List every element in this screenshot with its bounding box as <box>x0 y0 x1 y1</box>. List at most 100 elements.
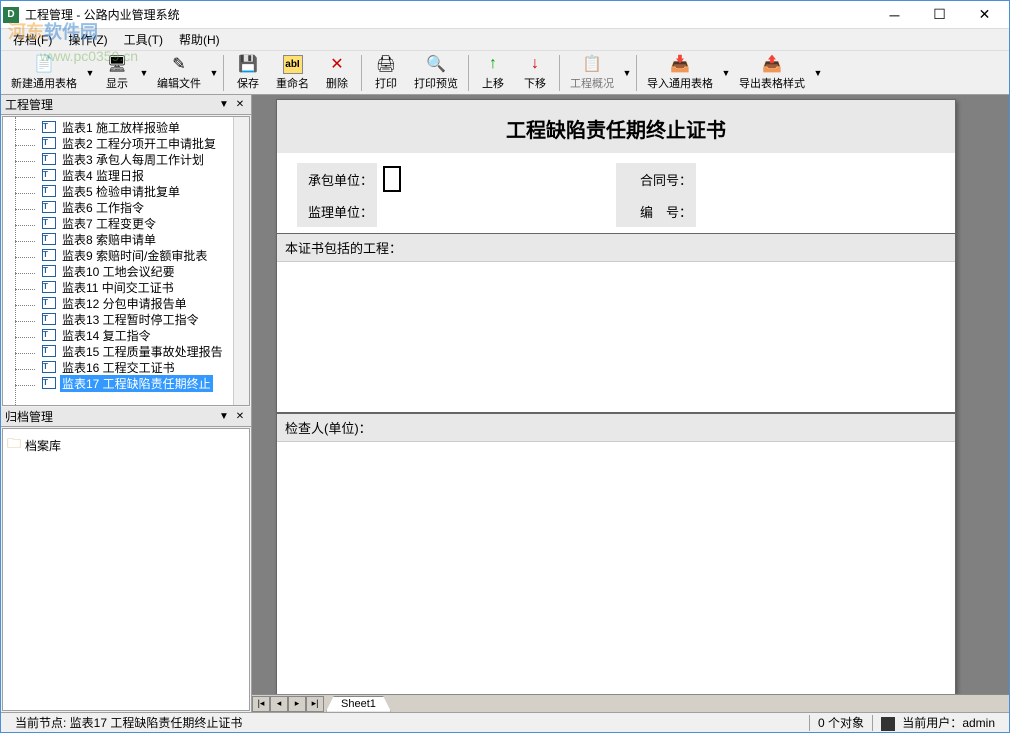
toolbar-dropdown-icon[interactable]: ▼ <box>622 53 632 93</box>
archive-tree[interactable]: 🗀 档案库 <box>2 428 250 711</box>
toolbar-btn-12[interactable]: ↓下移 <box>515 53 555 93</box>
toolbar-icon: 📋 <box>582 54 602 74</box>
document-page: 工程缺陷责任期终止证书 承包单位： 监理单位： <box>276 99 956 694</box>
toolbar-dropdown-icon[interactable]: ▼ <box>85 53 95 93</box>
sheet-tab[interactable]: Sheet1 <box>326 696 391 712</box>
toolbar-btn-5[interactable]: abI重命名 <box>270 53 315 93</box>
minimize-button[interactable]: ─ <box>872 2 917 28</box>
toolbar-btn-14[interactable]: 📋工程概况 <box>564 53 620 93</box>
tree-item-label: 监表10 工地会议纪要 <box>60 263 177 280</box>
tree-item[interactable]: T监表8 索赔申请单 <box>3 231 233 247</box>
field-contract-value[interactable] <box>696 163 935 195</box>
tree-item-label: 监表6 工作指令 <box>60 199 146 216</box>
toolbar-dropdown-icon[interactable]: ▼ <box>209 53 219 93</box>
tree-item[interactable]: T监表9 索赔时间/金额审批表 <box>3 247 233 263</box>
toolbar-label: 打印预览 <box>414 75 458 91</box>
tree-item-label: 监表13 工程暂时停工指令 <box>60 311 201 328</box>
tree-item[interactable]: T监表14 复工指令 <box>3 327 233 343</box>
close-button[interactable]: ✕ <box>962 2 1007 28</box>
panel-close-icon[interactable]: ✕ <box>233 98 247 112</box>
toolbar-btn-6[interactable]: ✕删除 <box>317 53 357 93</box>
tree-item[interactable]: T监表4 监理日报 <box>3 167 233 183</box>
tree-item-label: 监表9 索赔时间/金额审批表 <box>60 247 209 264</box>
tree-item[interactable]: T监表16 工程交工证书 <box>3 359 233 375</box>
tab-prev-button[interactable]: ◂ <box>270 696 288 712</box>
tree-scrollbar[interactable] <box>233 117 249 405</box>
tree-item[interactable]: T监表5 检验申请批复单 <box>3 183 233 199</box>
tree-item[interactable]: T监表15 工程质量事故处理报告 <box>3 343 233 359</box>
panel-close-icon[interactable]: ✕ <box>233 410 247 424</box>
tree-item[interactable]: T监表7 工程变更令 <box>3 215 233 231</box>
document-icon: T <box>41 296 57 310</box>
document-icon: T <box>41 200 57 214</box>
toolbar-dropdown-icon[interactable]: ▼ <box>139 53 149 93</box>
toolbar-label: 下移 <box>524 75 546 91</box>
toolbar-label: 显示 <box>106 75 128 91</box>
field-contractor-value[interactable] <box>377 163 616 195</box>
toolbar-dropdown-icon[interactable]: ▼ <box>813 53 823 93</box>
menu-file[interactable]: 存档(F) <box>5 29 60 50</box>
maximize-button[interactable]: ☐ <box>917 2 962 28</box>
document-icon: T <box>41 136 57 150</box>
tree-item[interactable]: T监表17 工程缺陷责任期终止 <box>3 375 233 391</box>
tree-item[interactable]: T监表12 分包申请报告单 <box>3 295 233 311</box>
document-icon: T <box>41 152 57 166</box>
toolbar-btn-4[interactable]: 💾保存 <box>228 53 268 93</box>
document-icon: T <box>41 120 57 134</box>
menu-operation[interactable]: 操作(Z) <box>60 29 115 50</box>
tab-first-button[interactable]: |◂ <box>252 696 270 712</box>
document-viewport[interactable]: 工程缺陷责任期终止证书 承包单位： 监理单位： <box>252 95 1009 694</box>
section2-body[interactable] <box>277 442 955 694</box>
toolbar-btn-17[interactable]: 📤导出表格样式 <box>733 53 811 93</box>
tree-item-label: 监表17 工程缺陷责任期终止 <box>60 375 213 392</box>
toolbar-label: 删除 <box>326 75 348 91</box>
menu-help[interactable]: 帮助(H) <box>171 29 228 50</box>
user-icon <box>881 717 895 731</box>
toolbar-label: 新建通用表格 <box>11 75 77 91</box>
tab-last-button[interactable]: ▸| <box>306 696 324 712</box>
toolbar-label: 重命名 <box>276 75 309 91</box>
document-icon: T <box>41 264 57 278</box>
document-icon: T <box>41 248 57 262</box>
toolbar-btn-11[interactable]: ↑上移 <box>473 53 513 93</box>
tree-item[interactable]: T监表6 工作指令 <box>3 199 233 215</box>
toolbar-label: 工程概况 <box>570 75 614 91</box>
toolbar-icon: 🔍 <box>426 54 446 74</box>
tree-item[interactable]: T监表3 承包人每周工作计划 <box>3 151 233 167</box>
field-number-value[interactable] <box>696 195 935 227</box>
toolbar-btn-8[interactable]: 🖨打印 <box>366 53 406 93</box>
document-icon: T <box>41 232 57 246</box>
toolbar-btn-2[interactable]: ✎编辑文件 <box>151 53 207 93</box>
toolbar-btn-16[interactable]: 📥导入通用表格 <box>641 53 719 93</box>
toolbar-icon: 📄 <box>34 54 54 74</box>
menu-tools[interactable]: 工具(T) <box>116 29 171 50</box>
panel-header-archive: 归档管理 ▼ ✕ <box>1 407 251 427</box>
tab-next-button[interactable]: ▸ <box>288 696 306 712</box>
tree-item-label: 监表14 复工指令 <box>60 327 153 344</box>
toolbar-icon: 📤 <box>762 54 782 74</box>
toolbar-label: 编辑文件 <box>157 75 201 91</box>
toolbar-label: 导入通用表格 <box>647 75 713 91</box>
toolbar-btn-9[interactable]: 🔍打印预览 <box>408 53 464 93</box>
tree-item[interactable]: T监表1 施工放样报验单 <box>3 119 233 135</box>
panel-header-project: 工程管理 ▼ ✕ <box>1 95 251 115</box>
panel-dropdown-icon[interactable]: ▼ <box>217 410 231 424</box>
toolbar-dropdown-icon[interactable]: ▼ <box>721 53 731 93</box>
field-number-label: 编 号： <box>616 195 696 227</box>
toolbar-btn-0[interactable]: 📄新建通用表格 <box>5 53 83 93</box>
tree-item[interactable]: T监表10 工地会议纪要 <box>3 263 233 279</box>
toolbar-btn-1[interactable]: 🖥显示 <box>97 53 137 93</box>
archive-root[interactable]: 🗀 档案库 <box>7 433 245 457</box>
tree-item[interactable]: T监表13 工程暂时停工指令 <box>3 311 233 327</box>
tree-item[interactable]: T监表11 中间交工证书 <box>3 279 233 295</box>
section1-body[interactable] <box>277 262 955 412</box>
panel-dropdown-icon[interactable]: ▼ <box>217 98 231 112</box>
tree-item-label: 监表7 工程变更令 <box>60 215 158 232</box>
field-supervisor-value[interactable] <box>377 195 616 227</box>
statusbar: 当前节点: 监表17 工程缺陷责任期终止证书 0 个对象 当前用户：admin <box>1 712 1009 732</box>
toolbar-separator <box>559 55 560 91</box>
tree-item[interactable]: T监表2 工程分项开工申请批复 <box>3 135 233 151</box>
window-title: 工程管理 - 公路内业管理系统 <box>25 6 872 23</box>
tree-view[interactable]: T监表1 施工放样报验单T监表2 工程分项开工申请批复T监表3 承包人每周工作计… <box>2 116 250 406</box>
toolbar-separator <box>361 55 362 91</box>
